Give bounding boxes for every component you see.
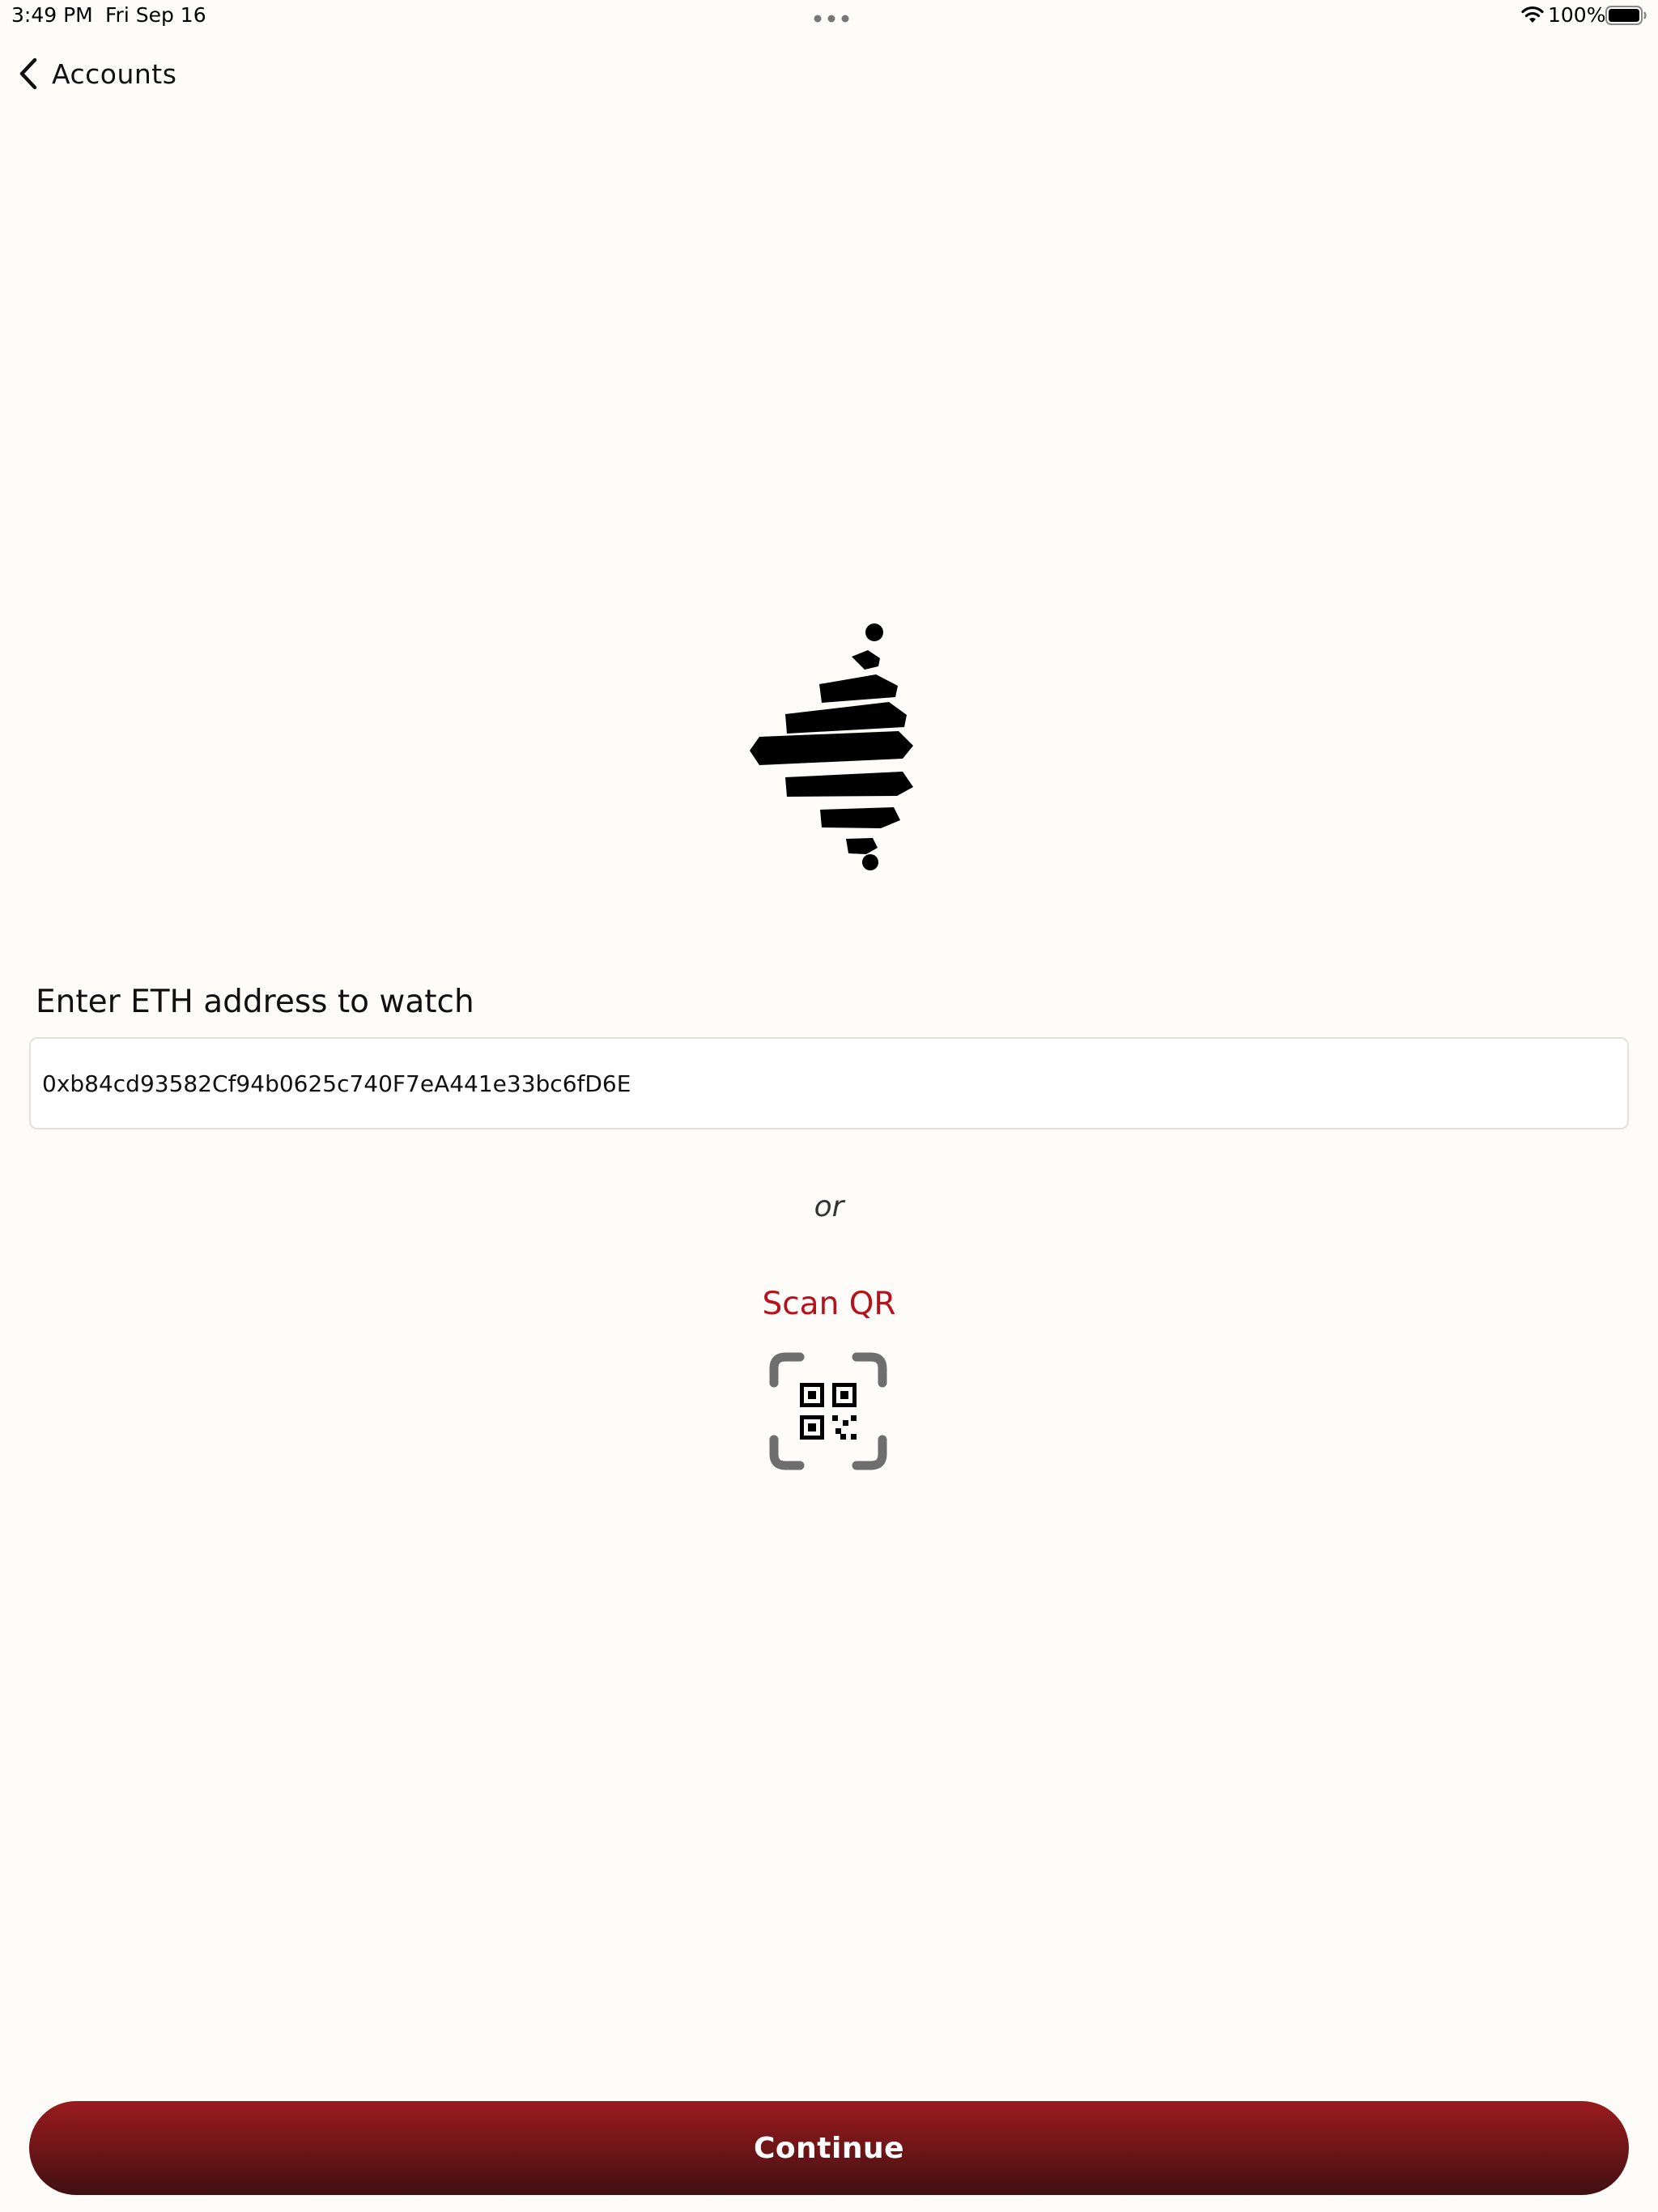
status-bar: 3:49 PM Fri Sep 16 100% bbox=[0, 0, 1658, 32]
continue-label: Continue bbox=[753, 2131, 904, 2165]
continue-button[interactable]: Continue bbox=[29, 2101, 1629, 2195]
address-field-label: Enter ETH address to watch bbox=[36, 984, 474, 1020]
eth-address-input[interactable] bbox=[29, 1037, 1629, 1129]
chevron-left-icon bbox=[19, 57, 37, 90]
battery-icon bbox=[1605, 6, 1647, 25]
brand-logo-icon bbox=[750, 623, 913, 870]
multitask-dots-icon[interactable] bbox=[814, 15, 849, 23]
status-date: Fri Sep 16 bbox=[105, 3, 206, 27]
battery-percent: 100% bbox=[1548, 3, 1606, 27]
qr-scan-icon[interactable] bbox=[767, 1351, 889, 1472]
scan-qr-link[interactable]: Scan QR bbox=[0, 1286, 1658, 1322]
wifi-icon bbox=[1521, 6, 1544, 23]
back-label: Accounts bbox=[52, 57, 177, 90]
status-time: 3:49 PM bbox=[11, 3, 93, 27]
or-separator: or bbox=[814, 1190, 844, 1223]
back-button[interactable]: Accounts bbox=[18, 53, 176, 94]
